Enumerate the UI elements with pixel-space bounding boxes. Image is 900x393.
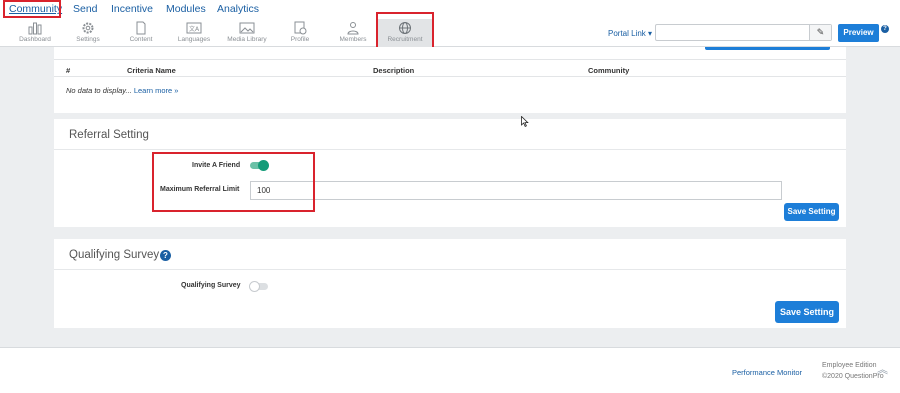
- toolbar-recruitment[interactable]: Recruitment: [376, 19, 434, 47]
- top-nav: Community Send Incentive Modules Analyti…: [0, 0, 900, 19]
- nav-incentive[interactable]: Incentive: [111, 3, 153, 15]
- language-icon: 文A: [186, 22, 202, 34]
- toolbar-label: Media Library: [227, 36, 267, 43]
- svg-text:文A: 文A: [189, 25, 200, 33]
- hidden-button-edge[interactable]: [705, 47, 830, 50]
- nav-send[interactable]: Send: [73, 3, 98, 15]
- toolbar-content[interactable]: Content: [111, 19, 171, 47]
- toolbar-media-library[interactable]: Media Library: [217, 19, 277, 47]
- toolbar-label: Recruitment: [387, 36, 423, 43]
- copyright-text: ©2020 QuestionPro: [822, 373, 884, 380]
- toolbar-members[interactable]: Members: [323, 19, 383, 47]
- toolbar-settings[interactable]: Settings: [58, 19, 118, 47]
- help-icon[interactable]: ?: [160, 250, 171, 261]
- save-setting-button[interactable]: Save Setting: [775, 301, 839, 323]
- save-setting-button[interactable]: Save Setting: [784, 203, 839, 221]
- toolbar-profile[interactable]: Profile: [270, 19, 330, 47]
- portal-link-dropdown[interactable]: Portal Link ▾: [608, 29, 652, 38]
- invite-friend-label: Invite A Friend: [192, 162, 241, 169]
- globe-icon: [399, 22, 411, 34]
- chevron-down-icon: ▾: [648, 29, 653, 38]
- toolbar-label: Languages: [177, 36, 211, 43]
- preview-button[interactable]: Preview: [838, 24, 879, 42]
- empty-state: No data to display... Learn more »: [66, 86, 178, 95]
- divider: [54, 149, 846, 150]
- column-header: Community: [588, 66, 630, 75]
- nav-community[interactable]: Community: [9, 3, 62, 15]
- image-icon: [239, 22, 255, 34]
- edition-text: Employee Edition: [822, 362, 877, 369]
- pencil-icon[interactable]: ✎: [809, 25, 831, 40]
- toggle-knob: [258, 160, 269, 171]
- learn-more-link[interactable]: Learn more »: [134, 86, 179, 95]
- performance-monitor-link[interactable]: Performance Monitor: [732, 368, 802, 377]
- column-header: Criteria Name: [127, 66, 176, 75]
- toggle-knob: [249, 281, 260, 292]
- referral-setting-panel: Referral Setting Invite A Friend Maximum…: [54, 119, 846, 227]
- profile-icon: [294, 21, 307, 35]
- nav-modules[interactable]: Modules: [166, 3, 206, 15]
- column-header: #: [66, 66, 71, 75]
- max-referral-label: Maximum Referral Limit: [160, 186, 240, 193]
- invite-friend-toggle[interactable]: [250, 160, 269, 171]
- nav-analytics[interactable]: Analytics: [217, 3, 259, 15]
- portal-link-label: Portal Link: [608, 29, 646, 38]
- qualifying-survey-panel: Qualifying Survey ? Qualifying Survey Sa…: [54, 239, 846, 328]
- empty-text: No data to display...: [66, 86, 132, 95]
- help-icon[interactable]: ?: [881, 25, 889, 33]
- criteria-table-header: # Criteria Name Description Community: [54, 59, 846, 77]
- panel-title: Qualifying Survey: [69, 249, 160, 261]
- divider: [54, 269, 846, 270]
- criteria-panel: # Criteria Name Description Community No…: [54, 47, 846, 113]
- mouse-cursor-icon: [521, 116, 529, 127]
- dashboard-icon: [28, 22, 42, 35]
- scroll-to-top-icon[interactable]: ︽: [877, 361, 888, 377]
- portal-link-input[interactable]: ✎: [655, 24, 832, 41]
- toolbar-label: Members: [339, 36, 367, 43]
- max-referral-input[interactable]: 100: [250, 181, 782, 200]
- toolbar-label: Dashboard: [19, 36, 51, 43]
- qualifying-survey-toggle[interactable]: [249, 281, 268, 292]
- toolbar-label: Profile: [290, 36, 310, 43]
- gear-icon: [82, 22, 94, 34]
- toolbar-dashboard[interactable]: Dashboard: [5, 19, 65, 47]
- toolbar-label: Settings: [76, 36, 100, 43]
- panel-title: Referral Setting: [69, 129, 149, 141]
- members-icon: [347, 22, 359, 35]
- footer: Performance Monitor Employee Edition ©20…: [0, 347, 900, 393]
- qualifying-survey-label: Qualifying Survey: [181, 282, 241, 289]
- toolbar-label: Content: [129, 36, 153, 43]
- column-header: Description: [373, 66, 415, 75]
- document-icon: [136, 21, 146, 35]
- toolbar-languages[interactable]: 文A Languages: [164, 19, 224, 47]
